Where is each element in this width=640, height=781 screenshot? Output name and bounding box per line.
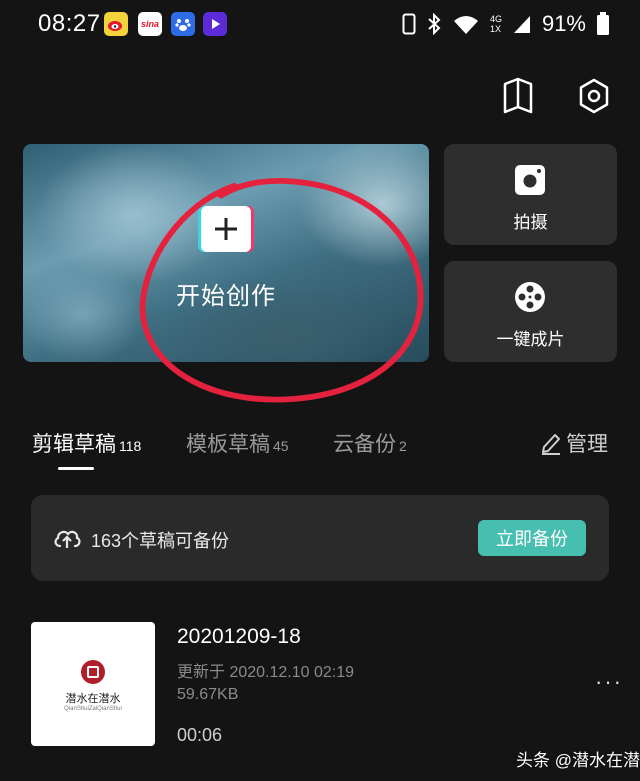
manage-button[interactable]: 管理: [540, 428, 608, 458]
network-label: 4G 1X: [490, 14, 502, 34]
tab-label: 模板草稿: [186, 433, 270, 456]
wifi-icon: [453, 16, 478, 34]
status-time: 08:27: [38, 10, 101, 37]
network-type: 4G: [489, 14, 502, 24]
draft-name[interactable]: 20201209-18: [177, 625, 301, 649]
battery-percent: 91%: [541, 11, 586, 36]
book-icon[interactable]: [500, 76, 536, 116]
tab-template-drafts[interactable]: 模板草稿 45: [186, 428, 289, 458]
start-creating-label: 开始创作: [176, 283, 276, 310]
bluetooth-icon: [428, 13, 441, 35]
tab-label: 剪辑草稿: [32, 433, 116, 456]
seal-logo-icon: [81, 660, 105, 684]
cloud-upload-icon: [54, 530, 81, 548]
tab-count: 45: [273, 438, 289, 454]
start-creating-card[interactable]: 开始创作: [23, 144, 429, 362]
tab-cloud-backup[interactable]: 云备份 2: [333, 428, 407, 458]
baidu-icon: [171, 12, 195, 36]
battery-icon: [597, 12, 609, 35]
shoot-button[interactable]: 拍摄: [444, 144, 617, 245]
manage-label: 管理: [566, 433, 608, 456]
active-tab-indicator: [58, 467, 94, 470]
plus-icon: [201, 206, 251, 252]
weibo-icon: [104, 12, 128, 36]
phone-icon: [402, 13, 416, 35]
edit-icon: [542, 434, 560, 455]
video-app-icon: [203, 12, 227, 36]
draft-duration: 00:06: [177, 725, 223, 745]
draft-thumbnail[interactable]: 潜水在潜水 QianShuiZaiQianShui: [31, 622, 155, 746]
backup-banner: 163个草稿可备份 立即备份: [31, 495, 609, 581]
more-options-button[interactable]: ···: [592, 669, 626, 694]
watermark: 头条 @潜水在潜水: [516, 751, 640, 770]
sim-label: 1X: [489, 24, 501, 34]
thumbnail-title: 潜水在潜水: [65, 692, 121, 705]
backup-text: 163个草稿可备份: [91, 531, 230, 551]
camera-icon: [515, 165, 545, 195]
tab-label: 云备份: [333, 433, 396, 456]
backup-now-button[interactable]: 立即备份: [478, 520, 586, 556]
shoot-label: 拍摄: [513, 213, 548, 232]
settings-icon[interactable]: [576, 76, 612, 116]
one-click-video-label: 一键成片: [496, 330, 565, 349]
status-bar: 08:27 sina 4G 1X 91%: [0, 0, 640, 48]
status-indicators: 4G 1X 91%: [402, 11, 610, 36]
tab-count: 118: [119, 438, 142, 454]
sina-icon: sina: [138, 12, 162, 36]
tab-edit-drafts[interactable]: 剪辑草稿 118: [32, 428, 141, 458]
draft-updated-time: 更新于 2020.12.10 02:19: [177, 664, 355, 681]
signal-icon: [513, 16, 530, 33]
sina-label: sina: [140, 19, 159, 29]
film-reel-icon: [515, 282, 545, 312]
draft-size: 59.67KB: [177, 686, 239, 703]
tab-count: 2: [399, 438, 407, 454]
thumbnail-subtitle: QianShuiZaiQianShui: [64, 706, 122, 712]
screen: 08:27 sina 4G 1X 91% 开始创作 拍摄 一键成片 剪辑草稿 1…: [0, 0, 640, 781]
one-click-video-button[interactable]: 一键成片: [444, 261, 617, 362]
